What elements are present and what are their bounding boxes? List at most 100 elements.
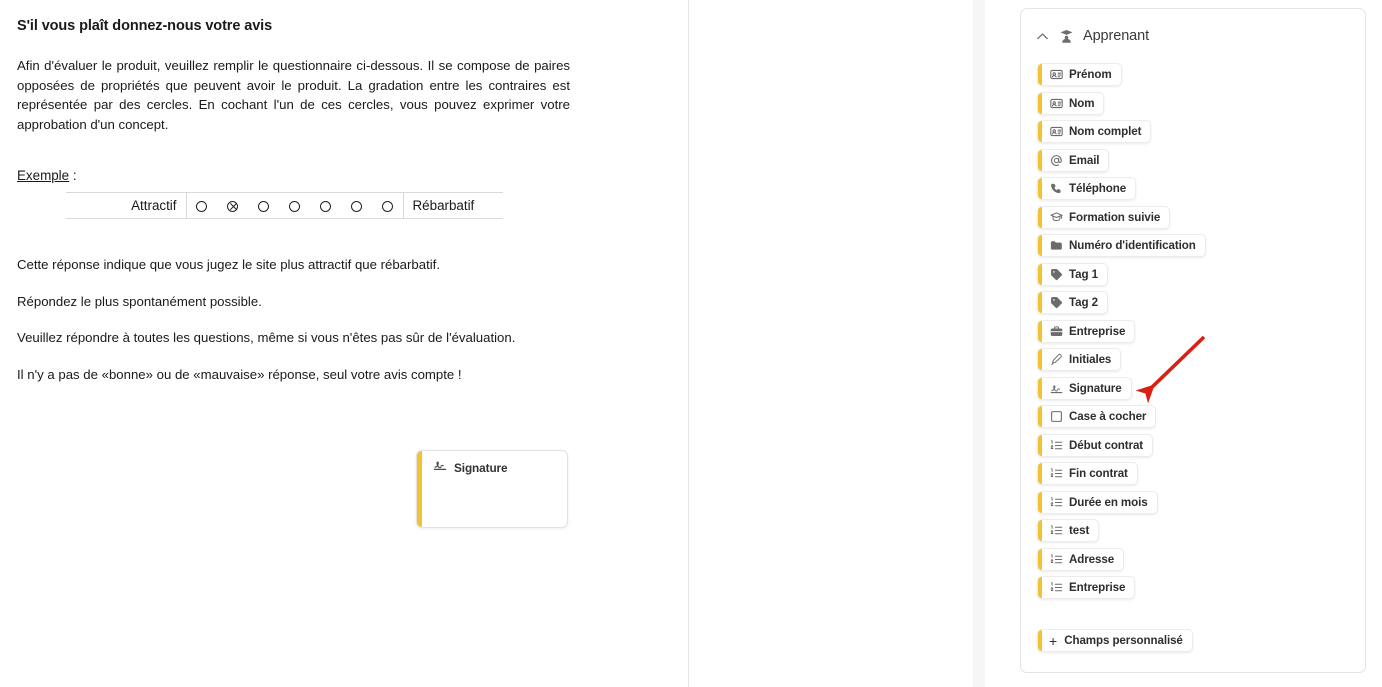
field-chip-label: Tag 2 [1069, 296, 1098, 309]
tag-icon [1050, 296, 1063, 309]
field-chip-list: Prénom Nom Nom complet Email Téléphone Format… [1021, 49, 1365, 599]
field-chip-initiales[interactable]: Initiales [1037, 348, 1122, 371]
signature-field-box[interactable]: Signature [416, 450, 568, 528]
field-chip-label: Fin contrat [1069, 467, 1128, 480]
field-chip-case-cocher[interactable]: Case à cocher [1037, 405, 1157, 428]
add-custom-field-label: Champs personnalisé [1064, 634, 1183, 647]
ordered-list-icon [1050, 467, 1063, 480]
example-heading: Exemple : [17, 168, 671, 183]
id-card-icon [1050, 97, 1063, 110]
document-paragraph-2: Répondez le plus spontanément possible. [17, 293, 262, 309]
field-chip-label: Entreprise [1069, 581, 1126, 594]
panel-title: Apprenant [1083, 28, 1150, 44]
chip-accent-bar [1038, 178, 1042, 199]
field-chip-adresse[interactable]: Adresse [1037, 547, 1125, 571]
field-chip-num-ro-d-identification[interactable]: Numéro d'identification [1037, 234, 1206, 257]
field-chip-label: Nom complet [1069, 125, 1142, 138]
document-paragraph-1: Cette réponse indique que vous jugez le … [17, 257, 440, 272]
field-chip-pr-nom[interactable]: Prénom [1037, 63, 1122, 86]
scale-right-label: Rébarbatif [402, 192, 503, 219]
tag-icon [1050, 268, 1063, 281]
scale-option-1[interactable] [186, 193, 217, 219]
chip-accent-bar [1038, 292, 1042, 313]
phone-icon [1050, 182, 1063, 195]
field-chip-label: Durée en mois [1069, 495, 1148, 509]
scale-option-5[interactable] [310, 193, 341, 219]
field-chip-label: Numéro d'identification [1069, 239, 1196, 252]
document-paragraph-4: Il n'y a pas de «bonne» ou de «mauvaise»… [17, 366, 462, 382]
field-chip-label: Entreprise [1069, 324, 1126, 338]
field-chip-tag-1[interactable]: Tag 1 [1037, 262, 1108, 286]
example-scale-table: Attractif Rébarbatif [66, 192, 503, 219]
example-heading-word: Exemple [17, 168, 70, 183]
field-chip-nom[interactable]: Nom [1037, 91, 1105, 115]
field-chip-d-but-contrat[interactable]: Début contrat [1037, 433, 1154, 457]
id-card-icon [1050, 68, 1063, 81]
signature-box-accent-bar [417, 451, 422, 527]
field-chip-dur-e-en-mois[interactable]: Durée en mois [1037, 490, 1158, 514]
field-chip-label: Case à cocher [1069, 410, 1147, 423]
field-chip-label: test [1069, 524, 1090, 537]
vertical-scrollbar-track[interactable] [973, 0, 985, 687]
document-title: S'il vous plaît donnez-nous votre avis [17, 18, 273, 34]
radio-circle-icon[interactable] [381, 200, 393, 212]
chip-accent-bar [1038, 121, 1042, 142]
chip-accent-bar [1038, 520, 1042, 541]
field-chip-test[interactable]: test [1037, 519, 1100, 542]
chip-accent-bar [1038, 206, 1042, 228]
chip-accent-bar [1038, 377, 1042, 399]
scale-option-6[interactable] [341, 193, 372, 219]
chip-accent-bar [1038, 406, 1042, 427]
table-row: Attractif Rébarbatif [66, 192, 503, 219]
signature-box-label: Signature [454, 460, 508, 475]
folder-icon [1050, 239, 1063, 252]
chip-accent-bar [1038, 92, 1042, 114]
field-chip-fin-contrat[interactable]: Fin contrat [1037, 462, 1138, 485]
field-chip-label: Prénom [1069, 68, 1112, 81]
scale-option-4[interactable] [279, 193, 310, 219]
example-heading-suffix: : [69, 168, 77, 183]
graduation-cap-icon [1050, 211, 1063, 224]
learner-fields-panel: Apprenant Prénom Nom Nom complet Email Télép… [1020, 8, 1366, 673]
field-chip-t-l-phone[interactable]: Téléphone [1037, 177, 1137, 200]
add-custom-field-button[interactable]: + Champs personnalisé [1037, 629, 1193, 652]
chip-accent-bar [1038, 320, 1042, 342]
chip-accent-bar [1038, 263, 1042, 285]
chip-accent-bar [1038, 434, 1042, 456]
panel-header[interactable]: Apprenant [1021, 9, 1365, 49]
graduate-user-icon [1059, 29, 1074, 44]
radio-circle-icon[interactable] [351, 200, 362, 212]
chip-accent-bar [1038, 349, 1042, 370]
add-field-wrap: + Champs personnalisé [1021, 599, 1365, 652]
field-chip-nom-complet[interactable]: Nom complet [1037, 120, 1152, 143]
chevron-up-icon[interactable] [1035, 29, 1050, 44]
field-chip-label: Initiales [1069, 353, 1112, 366]
plus-icon: + [1049, 632, 1058, 649]
radio-circle-icon[interactable] [320, 200, 331, 212]
scale-option-3[interactable] [248, 193, 279, 219]
radio-circle-icon[interactable] [196, 200, 208, 212]
ordered-list-icon [1050, 553, 1063, 566]
scale-option-2[interactable] [217, 193, 248, 219]
field-chip-email[interactable]: Email [1037, 148, 1110, 172]
field-chip-formation-suivie[interactable]: Formation suivie [1037, 205, 1171, 229]
field-chip-entreprise[interactable]: Entreprise [1037, 319, 1136, 343]
field-chip-label: Téléphone [1069, 182, 1127, 195]
field-chip-entreprise[interactable]: Entreprise [1037, 576, 1136, 599]
radio-circle-checked-icon[interactable] [227, 200, 238, 212]
chip-accent-bar [1038, 630, 1042, 651]
chip-accent-bar [1038, 64, 1042, 85]
checkbox-icon [1050, 410, 1063, 423]
ordered-list-icon [1050, 524, 1063, 537]
field-chip-signature[interactable]: Signature [1037, 376, 1132, 400]
field-chip-label: Début contrat [1069, 438, 1144, 452]
chip-accent-bar [1038, 463, 1042, 484]
signature-icon [433, 458, 447, 477]
field-chip-label: Tag 1 [1069, 267, 1098, 281]
radio-circle-icon[interactable] [258, 200, 269, 212]
chip-accent-bar [1038, 235, 1042, 256]
scale-option-7[interactable] [372, 193, 403, 219]
field-chip-tag-2[interactable]: Tag 2 [1037, 291, 1108, 314]
field-chip-label: Adresse [1069, 552, 1115, 566]
radio-circle-icon[interactable] [289, 200, 300, 212]
